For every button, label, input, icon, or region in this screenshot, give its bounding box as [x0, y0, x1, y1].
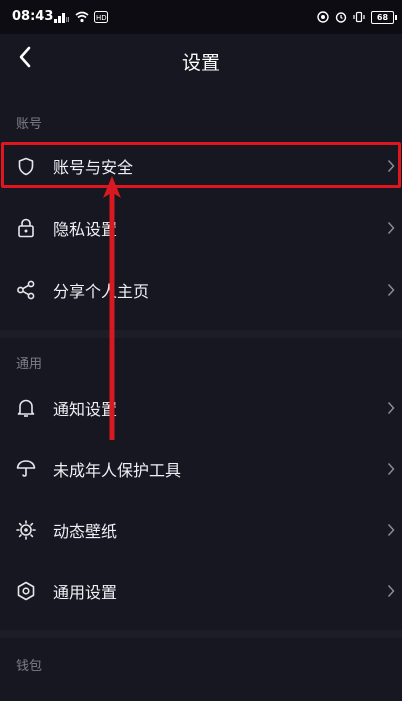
status-left-icons: ll HD: [54, 9, 108, 25]
settings-row-label: 动态壁纸: [53, 522, 118, 541]
status-time: 08:43: [12, 9, 54, 24]
chevron-right-icon: [386, 583, 396, 599]
svg-text:HD: HD: [96, 14, 107, 22]
chevron-right-icon: [386, 461, 396, 477]
chevron-right-icon: [386, 158, 396, 174]
shield-icon: [16, 156, 36, 176]
settings-row-privacy[interactable]: 隐私设置: [0, 198, 402, 258]
alarm-icon: [335, 8, 347, 27]
section-divider: [0, 330, 402, 338]
chevron-right-icon: [386, 522, 396, 538]
settings-row-label: 通用设置: [53, 583, 118, 602]
hexagon-icon: [16, 581, 36, 601]
section-divider: [0, 630, 402, 638]
chevron-right-icon: [386, 220, 396, 236]
page-title: 设置: [181, 52, 220, 74]
record-icon: [317, 8, 329, 27]
svg-text:ll: ll: [66, 17, 70, 23]
battery-indicator: 68: [371, 10, 397, 24]
vibrate-icon: [353, 8, 365, 27]
umbrella-icon: [16, 459, 36, 479]
settings-row-label: 账号与安全: [53, 158, 134, 177]
settings-row-live-wallpaper[interactable]: 动态壁纸: [0, 500, 402, 560]
signal-icon: ll: [54, 8, 70, 27]
section-label-account: 账号: [16, 117, 43, 132]
chevron-right-icon: [386, 400, 396, 416]
settings-row-general-settings[interactable]: 通用设置: [0, 561, 402, 621]
share-icon: [16, 280, 36, 300]
settings-row-share-profile[interactable]: 分享个人主页: [0, 260, 402, 320]
section-label-wallet: 钱包: [16, 659, 43, 674]
settings-row-minor-protection[interactable]: 未成年人保护工具: [0, 439, 402, 499]
settings-row-account-security[interactable]: 账号与安全: [0, 136, 402, 196]
settings-row-label: 通知设置: [53, 400, 118, 419]
wifi-icon: [75, 8, 89, 27]
bell-icon: [16, 398, 36, 418]
settings-row-label: 分享个人主页: [53, 282, 150, 301]
settings-row-label: 未成年人保护工具: [53, 461, 182, 480]
chevron-right-icon: [386, 282, 396, 298]
status-right-icons: 68: [317, 8, 397, 27]
settings-row-label: 隐私设置: [53, 220, 118, 239]
wallpaper-icon: [16, 520, 36, 540]
header: 设置: [0, 34, 402, 86]
lock-icon: [16, 218, 36, 238]
hd-icon: HD: [94, 8, 108, 27]
status-bar: 08:43 ll HD 68: [0, 0, 402, 34]
section-label-general: 通用: [16, 357, 43, 372]
settings-row-notifications[interactable]: 通知设置: [0, 378, 402, 438]
